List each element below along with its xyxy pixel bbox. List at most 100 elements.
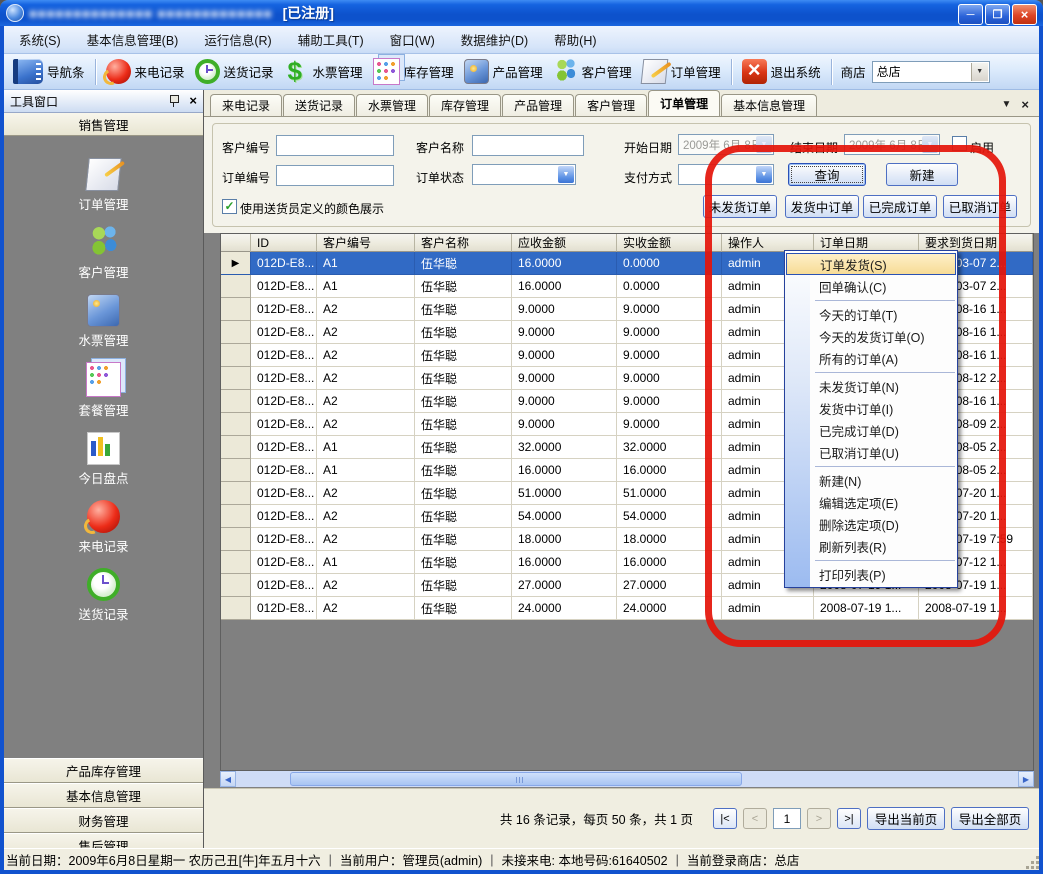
sidebar-item[interactable]: 套餐管理 [78,362,128,419]
status-filter-button[interactable]: 已完成订单 [863,195,937,218]
maximize-button[interactable]: ❐ [985,4,1010,25]
row-selector[interactable] [221,597,251,620]
customer-name-input[interactable] [472,135,584,156]
context-menu-item[interactable]: 发货中订单(I) [785,397,957,419]
context-menu-item[interactable]: 回单确认(C) [785,275,957,297]
row-selector[interactable] [221,482,251,505]
row-selector-arrow-icon[interactable]: ▶ [221,252,251,275]
status-filter-button[interactable]: 发货中订单 [785,195,859,218]
pay-method-select[interactable]: ▼ [678,164,774,185]
sidebar-group-sales[interactable]: 销售管理 [4,113,203,136]
menu-item[interactable]: 帮助(H) [541,27,609,52]
context-menu-item[interactable]: 今天的订单(T) [785,303,957,325]
start-date-picker[interactable]: 2009年 6月 8日 ▼ [678,134,774,155]
query-button[interactable]: 查询 [788,163,866,186]
row-selector[interactable] [221,298,251,321]
toolbar-button-grid[interactable]: 库存管理 [368,56,459,87]
column-header[interactable]: 客户编号 [317,234,415,252]
row-selector[interactable] [221,436,251,459]
tab[interactable]: 基本信息管理 [721,94,817,116]
toolbar-button-dollar[interactable]: 水票管理 [279,57,368,86]
toolbar-button-order[interactable]: 订单管理 [637,57,726,86]
sidebar-item[interactable]: 水票管理 [78,294,128,349]
sidebar-item[interactable]: 送货记录 [78,568,128,623]
tab[interactable]: 库存管理 [429,94,501,116]
export-all-button[interactable]: 导出全部页 [951,807,1029,830]
chevron-down-icon[interactable]: ▼ [756,136,772,153]
pin-icon[interactable] [169,95,179,107]
menu-item[interactable]: 运行信息(R) [191,27,284,52]
menu-item[interactable]: 基本信息管理(B) [74,27,192,52]
row-selector[interactable] [221,275,251,298]
column-header[interactable]: 实收金额 [617,234,722,252]
context-menu-item[interactable]: 已取消订单(U) [785,441,957,463]
scrollbar-thumb[interactable] [290,772,742,786]
sidebar-group-button[interactable]: 基本信息管理 [4,783,203,808]
context-menu-item[interactable]: 打印列表(P) [785,563,957,585]
toolbar-button-clock[interactable]: 送货记录 [190,57,279,86]
context-menu-item[interactable]: 删除选定项(D) [785,513,957,535]
tab-close-icon[interactable]: × [1021,97,1029,112]
enable-checkbox[interactable] [952,136,967,151]
order-status-select[interactable]: ▼ [472,164,576,185]
row-selector[interactable] [221,344,251,367]
row-selector[interactable] [221,321,251,344]
context-menu-item[interactable]: 已完成订单(D) [785,419,957,441]
menu-item[interactable]: 辅助工具(T) [285,27,377,52]
sidebar-group-button[interactable]: 财务管理 [4,808,203,833]
toolbar-button-people[interactable]: 客户管理 [548,57,637,86]
customer-no-input[interactable] [276,135,394,156]
horizontal-scrollbar[interactable]: ◀ ▶ [220,771,1034,787]
context-menu-item[interactable]: 所有的订单(A) [785,347,957,369]
tab[interactable]: 水票管理 [356,94,428,116]
context-menu-item[interactable]: 未发货订单(N) [785,375,957,397]
close-button[interactable]: × [1012,4,1037,25]
tab[interactable]: 送货记录 [283,94,355,116]
color-display-checkbox[interactable]: ✓ [222,199,237,214]
context-menu-item[interactable]: 新建(N) [785,469,957,491]
menu-item[interactable]: 系统(S) [6,27,74,52]
column-header[interactable]: 客户名称 [415,234,512,252]
column-header[interactable]: 应收金额 [512,234,617,252]
toolbar-button-exit[interactable]: 退出系统 [737,57,826,86]
row-selector[interactable] [221,505,251,528]
sidebar-item[interactable]: 来电记录 [78,500,128,555]
row-selector[interactable] [221,367,251,390]
row-selector[interactable] [221,459,251,482]
new-button[interactable]: 新建 [886,163,958,186]
row-selector[interactable] [221,574,251,597]
tab[interactable]: 产品管理 [502,94,574,116]
table-row[interactable]: 012D-E8...A2伍华聪24.000024.0000admin2008-0… [221,597,1033,620]
tab[interactable]: 客户管理 [575,94,647,116]
shop-select[interactable]: 总店 ▼ [872,61,990,83]
next-page-button[interactable]: > [807,808,831,829]
menu-item[interactable]: 窗口(W) [377,27,448,52]
tab[interactable]: 订单管理 [648,90,720,116]
context-menu-item[interactable]: 编辑选定项(E) [785,491,957,513]
row-selector[interactable] [221,390,251,413]
context-menu-item[interactable]: 今天的发货订单(O) [785,325,957,347]
sidebar-group-button[interactable]: 产品库存管理 [4,758,203,783]
scroll-left-icon[interactable]: ◀ [220,771,236,787]
menu-item[interactable]: 数据维护(D) [448,27,541,52]
toolbar-button-bell[interactable]: 来电记录 [101,57,190,86]
chevron-down-icon[interactable]: ▼ [971,63,988,81]
scroll-right-icon[interactable]: ▶ [1018,771,1034,787]
chevron-down-icon[interactable]: ▼ [922,136,938,153]
sidebar-item[interactable]: 订单管理 [78,158,128,213]
row-selector[interactable] [221,413,251,436]
minimize-button[interactable]: ─ [958,4,983,25]
tool-window-close-icon[interactable]: × [189,96,197,106]
row-selector[interactable] [221,551,251,574]
toolbar-button-product[interactable]: 产品管理 [459,57,548,86]
chevron-down-icon[interactable]: ▼ [756,166,772,183]
column-header[interactable]: ID [251,234,317,252]
chevron-down-icon[interactable]: ▼ [558,166,574,183]
prev-page-button[interactable]: < [743,808,767,829]
tab-list-dropdown-icon[interactable]: ▼ [1002,99,1012,110]
end-date-picker[interactable]: 2009年 6月 8日 ▼ [844,134,940,155]
first-page-button[interactable]: |< [713,808,737,829]
last-page-button[interactable]: >| [837,808,861,829]
row-selector[interactable] [221,528,251,551]
context-menu-item[interactable]: 刷新列表(R) [785,535,957,557]
